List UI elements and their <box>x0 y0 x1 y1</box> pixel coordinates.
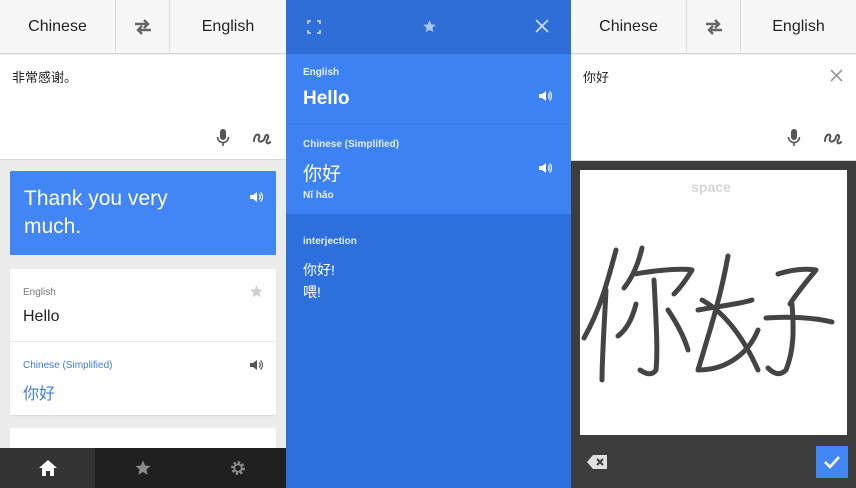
handwriting-icon[interactable] <box>250 127 272 149</box>
entry1-language-label: English <box>23 287 56 298</box>
chinese-section: Chinese (Simplified) 你好 Nǐ hǎo <box>286 124 571 214</box>
chinese-word: 你好 <box>303 164 342 185</box>
speaker-icon[interactable] <box>537 88 553 104</box>
handwriting-panel: Chinese English 你好 space <box>571 0 856 488</box>
microphone-icon[interactable] <box>785 127 803 149</box>
speaker-icon[interactable] <box>248 357 264 373</box>
bottom-navigation <box>0 448 286 488</box>
pinyin-text: Nǐ hǎo <box>303 190 334 201</box>
nav-favorites[interactable] <box>95 448 190 488</box>
microphone-icon[interactable] <box>214 127 232 149</box>
chinese-language-label: Chinese (Simplified) <box>303 139 400 150</box>
definition-item: 喂! <box>303 284 321 300</box>
target-language-button[interactable]: English <box>741 0 856 54</box>
source-language-button[interactable]: Chinese <box>0 0 115 54</box>
input-text[interactable]: 你好 <box>583 67 609 86</box>
close-icon[interactable] <box>533 17 551 35</box>
handwriting-canvas[interactable] <box>580 170 847 435</box>
detail-toolbar <box>286 0 571 54</box>
speaker-icon[interactable] <box>248 189 264 205</box>
language-bar: Chinese English <box>571 0 856 54</box>
english-word: Hello <box>303 88 350 109</box>
language-bar: Chinese English <box>0 0 286 54</box>
gear-icon <box>231 461 246 475</box>
star-icon[interactable] <box>420 17 438 35</box>
translation-detail-panel: English Hello Chinese (Simplified) 你好 Nǐ… <box>286 0 571 488</box>
star-icon[interactable] <box>248 283 264 299</box>
input-area[interactable]: 非常感谢。 <box>0 55 286 160</box>
definition-item: 你好! <box>303 262 335 278</box>
space-button[interactable]: space <box>651 179 771 195</box>
target-language-button[interactable]: English <box>170 0 286 54</box>
handwritten-strokes <box>581 245 835 383</box>
english-section: English Hello <box>286 54 571 124</box>
nav-settings[interactable] <box>191 448 286 488</box>
clear-input-icon[interactable] <box>828 67 844 83</box>
home-icon <box>38 460 57 476</box>
dictionary-card[interactable]: English Hello Chinese (Simplified) 你好 <box>10 269 276 415</box>
checkmark-icon <box>824 456 840 469</box>
divider <box>10 341 276 342</box>
input-text[interactable]: 非常感谢。 <box>12 67 77 86</box>
entry1-word: Hello <box>23 308 60 325</box>
swap-languages-button[interactable] <box>115 0 170 54</box>
swap-icon <box>134 19 151 35</box>
part-of-speech-label: interjection <box>303 236 357 247</box>
confirm-button[interactable] <box>816 446 848 478</box>
handwriting-input-area: space <box>571 161 856 488</box>
input-area[interactable]: 你好 <box>571 55 856 161</box>
definitions-section: interjection 你好! 喂! <box>286 214 571 488</box>
entry2-language-label: Chinese (Simplified) <box>23 360 113 371</box>
translation-text: Thank you very much. <box>24 187 168 238</box>
translation-result-card[interactable]: Thank you very much. <box>10 171 276 255</box>
handwriting-icon[interactable] <box>821 127 843 149</box>
star-icon <box>135 460 151 475</box>
fullscreen-icon[interactable] <box>305 18 323 36</box>
entry2-word: 你好 <box>23 386 56 403</box>
swap-icon <box>705 19 722 35</box>
swap-languages-button[interactable] <box>686 0 741 54</box>
nav-home[interactable] <box>0 448 96 488</box>
english-language-label: English <box>303 67 340 78</box>
translate-panel-left: Chinese English 非常感谢。 Thank you very muc… <box>0 0 286 488</box>
source-language-button[interactable]: Chinese <box>571 0 686 54</box>
speaker-icon[interactable] <box>537 160 553 176</box>
backspace-icon[interactable] <box>585 453 609 471</box>
